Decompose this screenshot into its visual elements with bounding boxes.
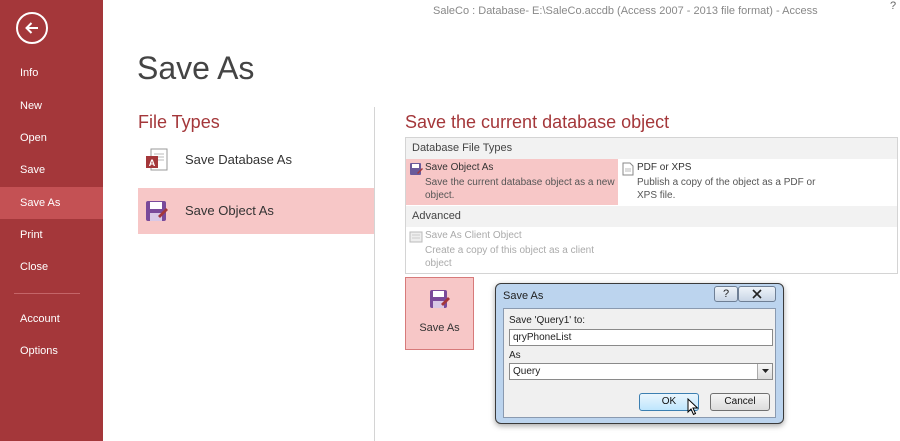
dialog-title: Save As xyxy=(503,290,544,302)
save-as-dialog: Save As ? Save 'Query1' to: qryPhoneList… xyxy=(495,283,784,424)
as-label: As xyxy=(509,350,521,361)
save-to-label: Save 'Query1' to: xyxy=(509,315,586,326)
option-title: PDF or XPS xyxy=(637,162,692,173)
option-title: Save Object As xyxy=(425,162,494,173)
back-button[interactable] xyxy=(16,12,48,44)
cancel-button[interactable]: Cancel xyxy=(710,393,770,411)
file-type-save-object-as[interactable]: Save Object As xyxy=(138,188,374,234)
file-type-label: Save Database As xyxy=(185,152,292,167)
save-as-button[interactable]: Save As xyxy=(405,277,474,350)
file-types-heading: File Types xyxy=(138,112,220,132)
window-title: SaleCo : Database- E:\SaleCo.accdb (Acce… xyxy=(433,5,818,17)
save-object-icon xyxy=(430,290,450,308)
pdf-document-icon xyxy=(622,162,634,176)
save-options-box: Database File Types Save Object As Save … xyxy=(405,137,898,274)
option-title: Save As Client Object xyxy=(425,230,522,241)
database-file-types-header: Database File Types xyxy=(406,138,897,159)
nav-item-save-as[interactable]: Save As xyxy=(0,187,103,219)
nav-item-options[interactable]: Options xyxy=(0,335,103,367)
file-type-label: Save Object As xyxy=(185,203,274,218)
advanced-header: Advanced xyxy=(406,206,897,227)
option-description-line-1: Create a copy of this object as a client xyxy=(425,245,594,256)
help-button[interactable]: ? xyxy=(890,0,896,12)
save-object-icon xyxy=(410,163,423,175)
option-description-line-2: object xyxy=(425,258,452,269)
object-type-select[interactable]: Query xyxy=(509,363,773,380)
client-object-icon xyxy=(409,231,423,243)
dialog-close-button[interactable] xyxy=(738,286,776,302)
save-object-icon xyxy=(146,201,168,221)
chevron-down-icon xyxy=(762,369,769,373)
file-type-save-database-as[interactable]: A Save Database As xyxy=(138,137,374,183)
option-description-line-1: Publish a copy of the object as a PDF or xyxy=(637,177,816,188)
back-arrow-icon xyxy=(25,22,38,34)
dialog-help-button[interactable]: ? xyxy=(714,286,738,302)
nav-item-save[interactable]: Save xyxy=(0,154,103,186)
nav-item-new[interactable]: New xyxy=(0,90,103,122)
nav-item-close[interactable]: Close xyxy=(0,251,103,283)
dialog-body: Save 'Query1' to: qryPhoneList As Query … xyxy=(503,308,776,418)
option-description-line-2: object. xyxy=(425,190,455,201)
backstage-sidebar: Info New Open Save Save As Print Close A… xyxy=(0,0,103,441)
save-as-button-label: Save As xyxy=(419,322,460,334)
nav-item-print[interactable]: Print xyxy=(0,219,103,251)
option-description-line-2: XPS file. xyxy=(637,190,676,201)
object-name-input[interactable]: qryPhoneList xyxy=(509,329,773,346)
option-description: Create a copy of this object as a client… xyxy=(425,244,594,270)
option-description: Publish a copy of the object as a PDF or… xyxy=(637,176,815,202)
mouse-cursor-icon xyxy=(687,398,699,416)
option-save-object-as[interactable]: Save Object As Save the current database… xyxy=(406,159,618,205)
option-description: Save the current database object as a ne… xyxy=(425,176,615,202)
object-type-value: Query xyxy=(513,366,541,377)
nav-item-open[interactable]: Open xyxy=(0,122,103,154)
nav-item-account[interactable]: Account xyxy=(0,303,103,335)
column-divider xyxy=(374,107,375,441)
svg-text:A: A xyxy=(149,158,156,168)
option-save-as-client-object[interactable]: Save As Client Object Create a copy of t… xyxy=(406,227,636,273)
save-current-object-heading: Save the current database object xyxy=(405,112,670,132)
dropdown-button[interactable] xyxy=(757,364,772,379)
option-pdf-or-xps[interactable]: PDF or XPS Publish a copy of the object … xyxy=(618,159,848,205)
page-title: Save As xyxy=(137,50,255,86)
access-database-icon: A xyxy=(146,148,168,171)
nav-divider xyxy=(14,293,80,294)
option-description-line-1: Save the current database object as a ne… xyxy=(425,177,615,188)
nav-item-info[interactable]: Info xyxy=(0,57,103,89)
close-icon xyxy=(752,289,762,299)
